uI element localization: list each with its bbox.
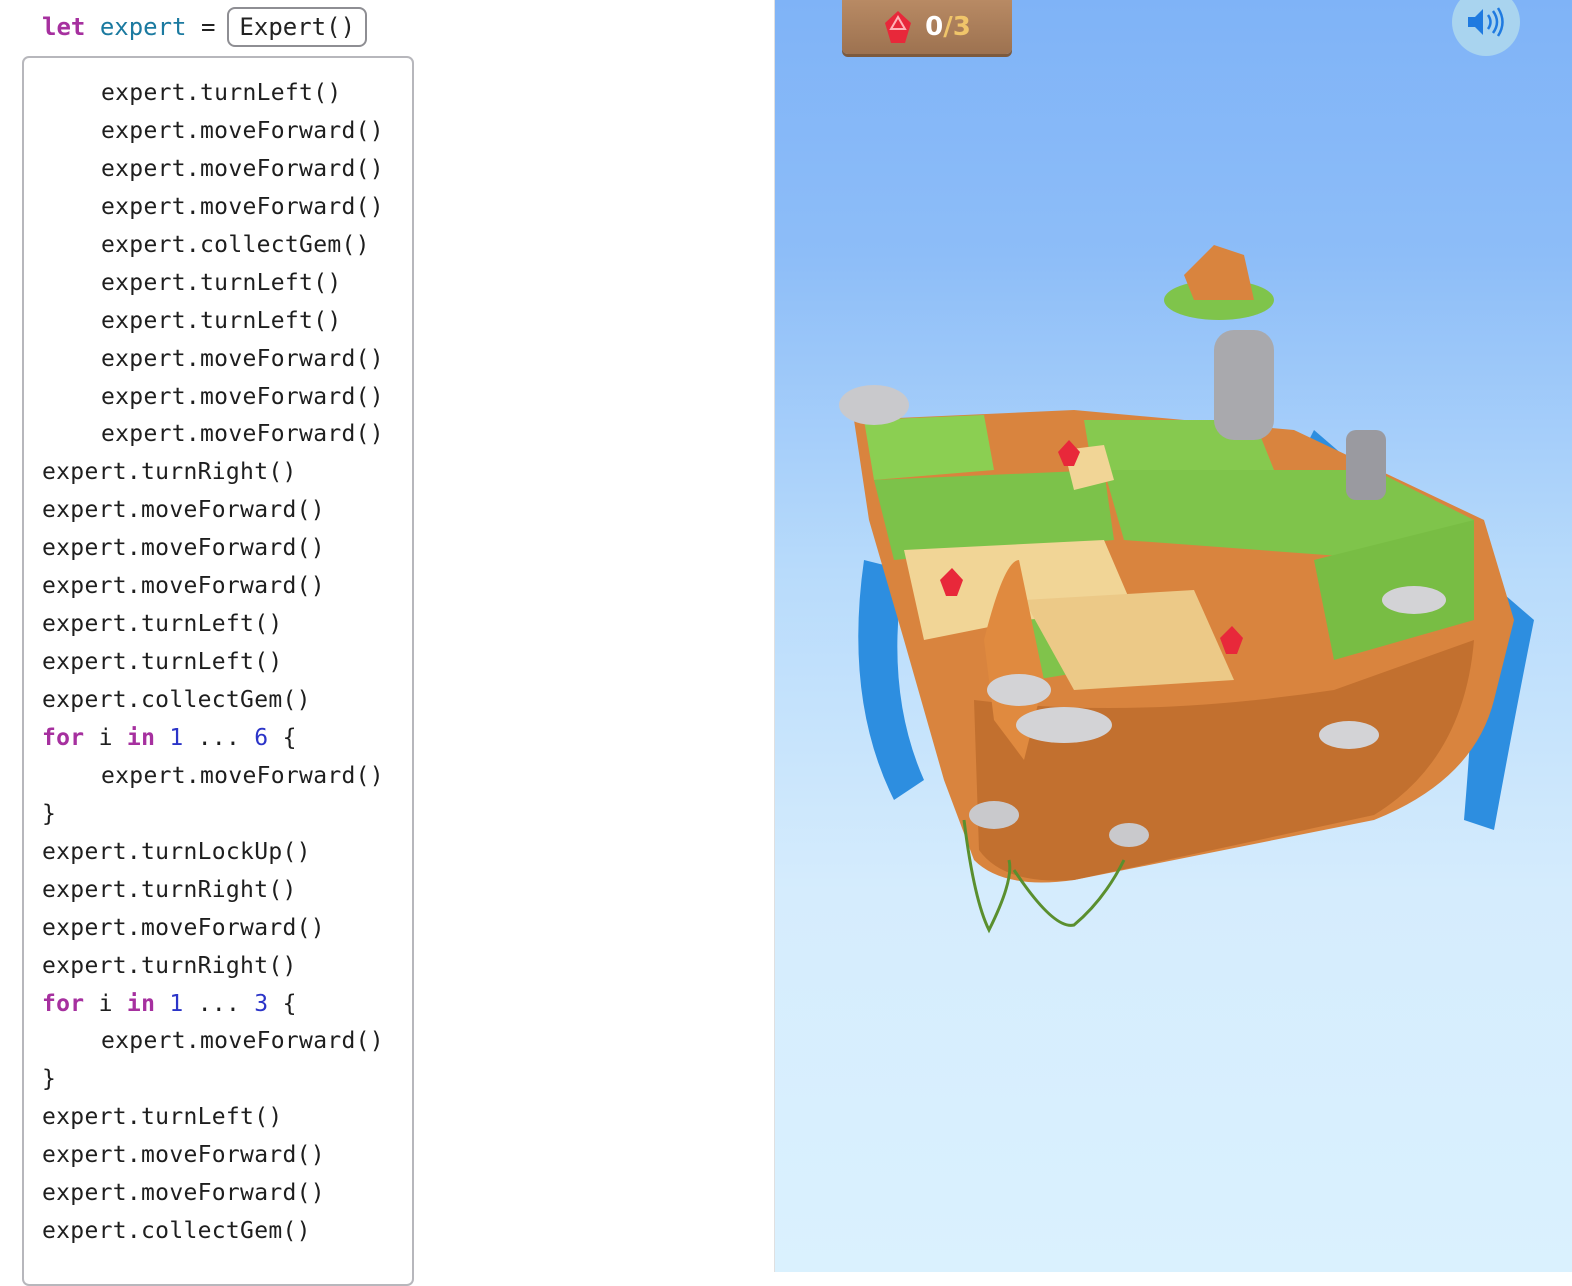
code-line[interactable]: expert.collectGem() [42,227,384,265]
range-operator: ... [197,724,241,751]
code-line[interactable]: expert.turnLockUp() [42,834,384,872]
range-start: 1 [169,990,184,1017]
code-line[interactable]: expert.turnLeft() [42,606,384,644]
rock [1016,707,1112,743]
declaration-line: let expert = Expert() [42,5,368,49]
code-line[interactable]: } [42,1061,384,1099]
rock [969,801,1019,829]
code-line[interactable]: expert.collectGem() [42,1213,384,1251]
variable-name: expert [99,13,187,41]
speaker-icon [1468,7,1504,37]
code-line[interactable]: expert.moveForward() [42,416,384,454]
code-line[interactable]: expert.moveForward() [42,910,384,948]
range-operator: ... [197,990,241,1017]
code-line[interactable]: expert.moveForward() [42,341,384,379]
gems-collected: 0 [925,12,944,42]
code-line[interactable]: expert.moveForward() [42,1023,384,1061]
code-line[interactable]: expert.moveForward() [42,113,384,151]
code-line[interactable]: for i in 1 ... 3 { [42,986,384,1024]
rock [987,674,1051,706]
code-line[interactable]: expert.turnLeft() [42,1099,384,1137]
for-keyword: for [42,990,85,1017]
gem-icon [885,11,912,43]
range-end: 3 [254,990,269,1017]
code-editor: let expert = Expert() expert.turnLeft() e… [0,0,775,1286]
code-line[interactable]: expert.moveForward() [42,189,384,227]
code-line[interactable]: expert.moveForward() [42,758,384,796]
let-keyword: let [42,13,86,41]
open-brace: { [282,990,297,1017]
code-lines: expert.turnLeft() expert.moveForward() exp… [42,75,384,1251]
rock [1319,721,1379,749]
score-separator: / [943,12,953,42]
in-keyword: in [126,724,156,751]
range-start: 1 [169,724,184,751]
code-line[interactable]: for i in 1 ... 6 { [42,720,384,758]
code-line[interactable]: expert.collectGem() [42,682,384,720]
rock [1382,586,1446,614]
code-line[interactable]: expert.moveForward() [42,530,384,568]
open-brace: { [282,724,297,751]
floating-islet-rock [1184,245,1254,300]
grass-tile [864,415,994,480]
rock [1109,823,1149,847]
code-line[interactable]: expert.turnRight() [42,948,384,986]
code-line[interactable]: expert.moveForward() [42,1175,384,1213]
code-line[interactable]: expert.turnLeft() [42,75,384,113]
code-line[interactable]: expert.moveForward() [42,379,384,417]
code-line[interactable]: expert.moveForward() [42,568,384,606]
code-line[interactable]: expert.turnLeft() [42,303,384,341]
loop-variable: i [98,724,113,751]
gems-total: 3 [952,12,971,42]
code-line[interactable]: expert.moveForward() [42,492,384,530]
for-keyword: for [42,724,85,751]
code-line[interactable]: expert.turnRight() [42,872,384,910]
code-line[interactable]: } [42,796,384,834]
in-keyword: in [126,990,156,1017]
gem-score-board: 0/3 [842,0,1012,54]
range-end: 6 [254,724,269,751]
equals-sign: = [200,13,216,41]
code-line[interactable]: expert.turnLeft() [42,644,384,682]
lock-statue [1346,430,1386,500]
puzzle-island [839,245,1534,934]
code-line[interactable]: expert.moveForward() [42,1137,384,1175]
loop-variable: i [98,990,113,1017]
rock [839,385,909,425]
code-line[interactable]: expert.turnRight() [42,454,384,492]
code-line[interactable]: expert.moveForward() [42,151,384,189]
type-placeholder-field[interactable]: Expert() [227,7,368,47]
stone-pillar [1214,330,1274,440]
code-line[interactable]: expert.turnLeft() [42,265,384,303]
